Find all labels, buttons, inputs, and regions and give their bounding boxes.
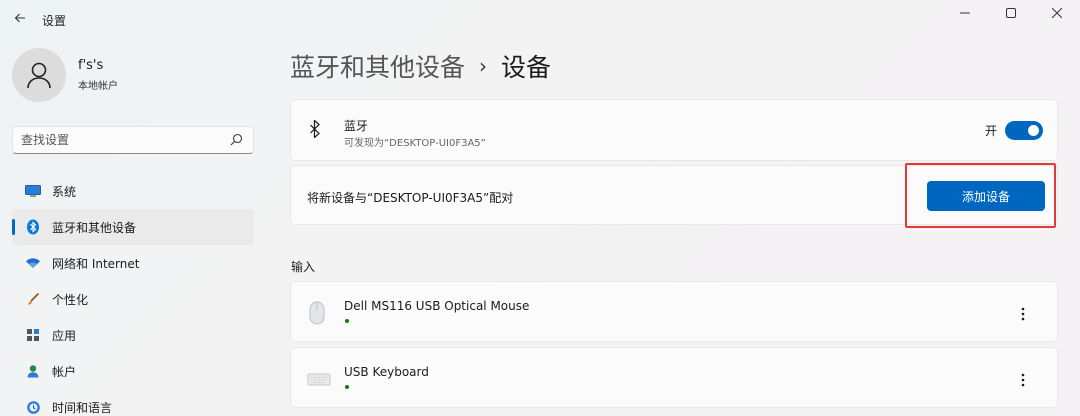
globe-clock-icon [24,398,42,416]
user-profile[interactable]: f's's 本地帐户 [12,48,118,102]
sidebar-item-system[interactable]: 系统 [12,173,254,209]
app-title: 设置 [42,14,67,28]
maximize-icon [1006,8,1016,18]
arrow-left-icon [14,13,25,23]
breadcrumb: 蓝牙和其他设备 › 设备 [290,48,551,84]
device-card-keyboard[interactable]: USB Keyboard [290,347,1058,408]
window-controls [942,0,1080,26]
sidebar-item-label: 个性化 [52,292,89,307]
bluetooth-icon [310,120,320,138]
sidebar-item-label: 蓝牙和其他设备 [52,220,137,235]
wifi-icon [24,254,42,272]
more-vertical-icon [1021,373,1025,387]
sidebar-item-label: 网络和 Internet [52,256,140,271]
sidebar-item-time-language[interactable]: 时间和语言 [12,389,254,416]
maximize-button[interactable] [988,0,1034,26]
bluetooth-title: 蓝牙 [344,119,369,133]
back-button[interactable] [8,6,32,30]
account-type: 本地帐户 [78,81,118,92]
close-button[interactable] [1034,0,1080,26]
bluetooth-toggle[interactable] [1005,121,1043,140]
avatar [12,48,66,102]
monitor-icon [24,182,42,200]
apps-icon [24,326,42,344]
breadcrumb-parent[interactable]: 蓝牙和其他设备 [290,48,465,84]
more-options-button[interactable] [1013,370,1033,390]
mouse-icon [309,301,325,325]
add-device-button[interactable]: 添加设备 [927,181,1045,211]
connected-status-dot [345,385,349,389]
sidebar-item-label: 应用 [52,328,77,343]
sidebar-item-label: 系统 [52,184,77,199]
section-label-input: 输入 [291,260,316,274]
bluetooth-state-label: 开 [984,124,997,138]
sidebar-item-apps[interactable]: 应用 [12,317,254,353]
person-icon [27,62,51,89]
minimize-button[interactable] [942,0,988,26]
device-name: Dell MS116 USB Optical Mouse [344,299,530,313]
user-name: f's's [78,58,104,73]
device-card-mouse[interactable]: Dell MS116 USB Optical Mouse [290,281,1058,342]
sidebar-item-personalization[interactable]: 个性化 [12,281,254,317]
sidebar-item-label: 帐户 [52,364,77,379]
close-icon [1052,8,1062,18]
search-icon[interactable] [230,133,243,146]
device-name: USB Keyboard [344,365,429,379]
page-title: 设备 [501,53,552,82]
bluetooth-icon [24,218,42,236]
sidebar-nav: 系统 蓝牙和其他设备 网络和 Internet 个性化 应用 帐户 时间和语言 [12,173,254,416]
bluetooth-card: 蓝牙 可发现为“DESKTOP-UI0F3A5” 开 [290,99,1058,161]
sidebar-item-network[interactable]: 网络和 Internet [12,245,254,281]
title-bar: 设置 [0,0,1080,40]
search-input[interactable] [21,133,221,147]
more-vertical-icon [1021,307,1025,321]
person-icon [24,362,42,380]
toggle-knob [1028,125,1039,136]
sidebar-item-accounts[interactable]: 帐户 [12,353,254,389]
breadcrumb-separator: › [479,54,488,78]
sidebar-item-label: 时间和语言 [52,400,113,415]
brush-icon [24,290,42,308]
search-box[interactable] [12,126,254,154]
connected-status-dot [345,319,349,323]
more-options-button[interactable] [1013,304,1033,324]
pair-device-text: 将新设备与“DESKTOP-UI0F3A5”配对 [307,191,514,205]
minimize-icon [960,12,970,14]
sidebar-item-bluetooth-devices[interactable]: 蓝牙和其他设备 [12,209,254,245]
keyboard-icon [307,373,331,386]
bluetooth-discoverable-text: 可发现为“DESKTOP-UI0F3A5” [344,138,486,149]
